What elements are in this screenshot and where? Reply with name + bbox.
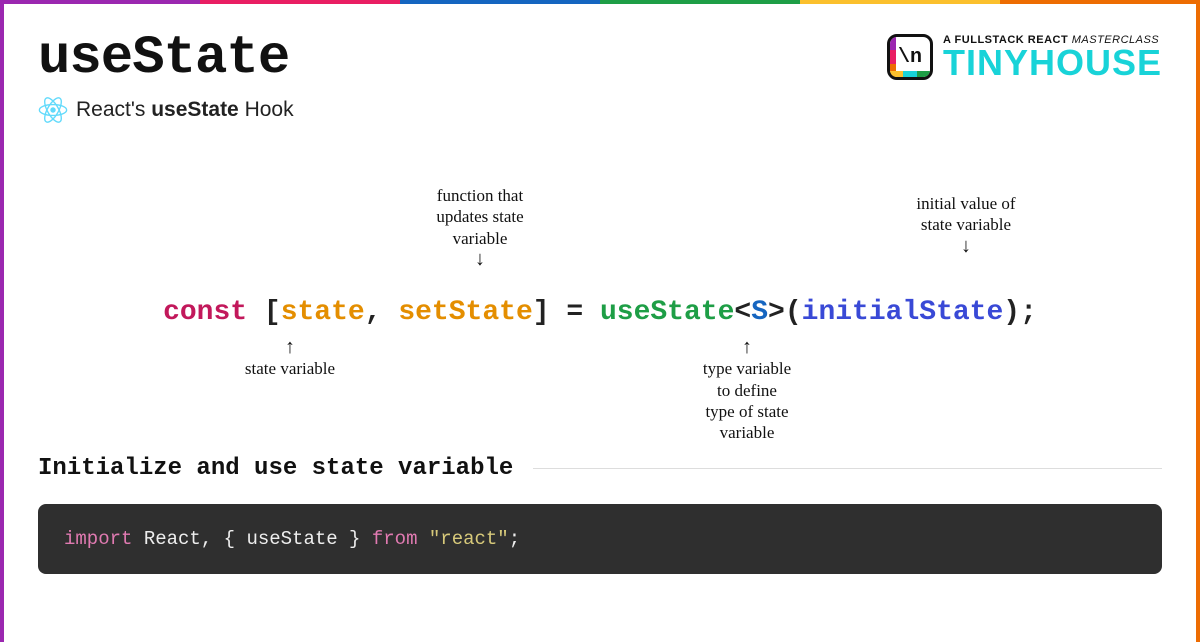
brand-name: TINYHOUSE xyxy=(943,46,1162,80)
tok-const: const xyxy=(163,297,247,328)
annotation-text: state variable xyxy=(245,359,335,378)
tok-open: [ xyxy=(247,297,281,328)
react-icon xyxy=(38,95,68,125)
cb-space xyxy=(417,528,428,550)
page-subtitle: React's useState Hook xyxy=(76,98,294,122)
annotation-text: type variableto definetype of statevaria… xyxy=(703,359,791,442)
cb-from: from xyxy=(372,528,418,550)
syntax-diagram: function thatupdates statevariable ↓ ini… xyxy=(80,185,1120,445)
tok-usestate: useState xyxy=(600,297,734,328)
tok-rparen: ) xyxy=(1003,297,1020,328)
code-block: import React, { useState } from "react"; xyxy=(38,504,1162,574)
tok-lparen: ( xyxy=(785,297,802,328)
annotation-text: initial value ofstate variable xyxy=(916,194,1015,234)
tok-s: S xyxy=(751,297,768,328)
tok-semi: ; xyxy=(1020,297,1037,328)
page-title: useState xyxy=(38,28,294,89)
stripe xyxy=(800,0,1000,4)
tok-state: state xyxy=(281,297,365,328)
arrow-down-icon: ↓ xyxy=(475,248,485,270)
arrow-up-icon: ↑ xyxy=(285,336,295,358)
tok-eq: = xyxy=(566,297,600,328)
cb-module: "react" xyxy=(429,528,509,550)
annotation-text: function thatupdates statevariable xyxy=(436,186,523,248)
cb-react: React, { useState } xyxy=(132,528,371,550)
stripe xyxy=(200,0,400,4)
logo-stripe xyxy=(903,71,916,77)
arrow-up-icon: ↑ xyxy=(742,336,752,358)
annotation-initial: initial value ofstate variable ↓ xyxy=(866,193,1066,257)
subtitle-suffix: Hook xyxy=(239,98,294,121)
brand-logo-glyph: \n xyxy=(898,46,922,69)
arrow-down-icon: ↓ xyxy=(961,235,971,257)
subtitle-bold: useState xyxy=(151,98,239,121)
logo-stripe xyxy=(890,37,896,50)
annotation-setstate: function thatupdates statevariable ↓ xyxy=(380,185,580,270)
tok-comma: , xyxy=(365,297,399,328)
logo-stripe xyxy=(917,71,930,77)
top-color-bar xyxy=(0,0,1200,4)
stripe xyxy=(400,0,600,4)
header: useState React's useState Hook xyxy=(4,4,1196,125)
subtitle-row: React's useState Hook xyxy=(38,95,294,125)
section-header-row: Initialize and use state variable xyxy=(4,455,1196,482)
subtitle-prefix: React's xyxy=(76,98,151,121)
slide-page: useState React's useState Hook xyxy=(0,0,1200,642)
stripe xyxy=(0,0,200,4)
brand-logo: \n xyxy=(887,34,933,80)
title-block: useState React's useState Hook xyxy=(38,28,294,125)
code-signature: const [state, setState] = useState<S>(in… xyxy=(80,297,1120,328)
brand-logo-strip xyxy=(890,71,930,77)
brand-block: \n A FULLSTACK REACT MASTERCLASS TINYHOU… xyxy=(887,28,1162,80)
stripe xyxy=(1000,0,1200,4)
stripe xyxy=(600,0,800,4)
section-divider xyxy=(533,468,1162,469)
tok-setstate: setState xyxy=(398,297,532,328)
annotation-state: ↑ state variable xyxy=(200,337,380,380)
logo-stripe xyxy=(890,50,896,63)
annotation-type: ↑ type variableto definetype of statevar… xyxy=(647,337,847,443)
tok-initialstate: initialState xyxy=(802,297,1004,328)
tok-gt: > xyxy=(768,297,785,328)
cb-import: import xyxy=(64,528,132,550)
cb-semi: ; xyxy=(509,528,520,550)
tok-close: ] xyxy=(533,297,567,328)
brand-text: A FULLSTACK REACT MASTERCLASS TINYHOUSE xyxy=(943,34,1162,80)
logo-stripe xyxy=(890,71,903,77)
tok-lt: < xyxy=(734,297,751,328)
section-title: Initialize and use state variable xyxy=(38,455,513,482)
